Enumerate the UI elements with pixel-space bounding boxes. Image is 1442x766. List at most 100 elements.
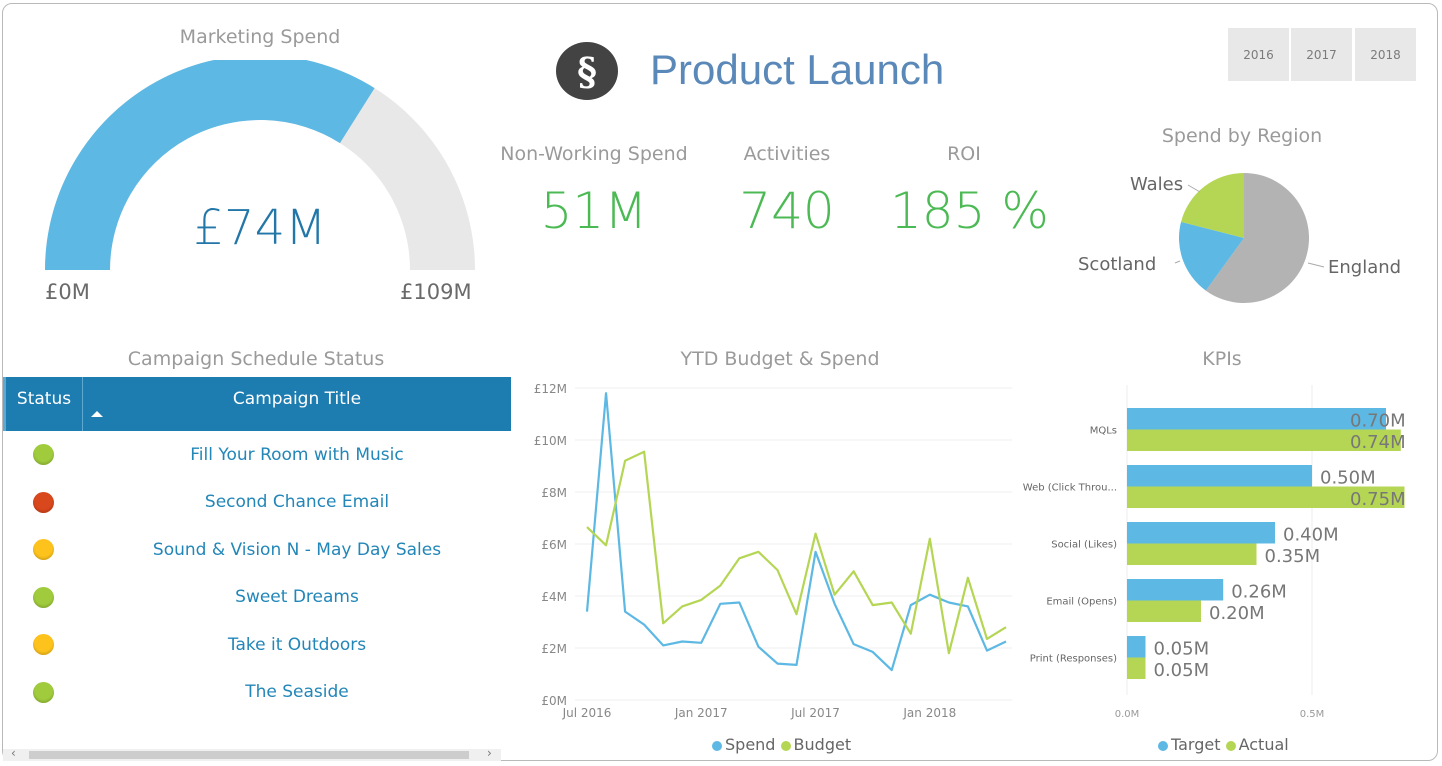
campaign-title-cell[interactable]: Take it Outdoors: [83, 635, 511, 655]
bar-actual: [1127, 657, 1146, 679]
table-body: Fill Your Room with Music Second Chance E…: [3, 431, 511, 716]
bar-actual: [1127, 600, 1201, 622]
legend-label-budget: Budget: [793, 735, 852, 754]
bar-target: [1127, 579, 1224, 601]
category-label: Email (Opens): [1046, 597, 1117, 608]
table-row[interactable]: Second Chance Email: [3, 479, 511, 527]
y-tick-label: £6M: [541, 538, 567, 552]
status-cell: [3, 681, 83, 703]
data-label-target: 0.05M: [1154, 639, 1210, 660]
status-yellow-icon: [32, 539, 54, 561]
data-label-target: 0.26M: [1231, 582, 1287, 603]
x-tick-label: Jul 2017: [790, 706, 840, 720]
status-cell: [3, 444, 83, 466]
legend-item-target[interactable]: Target: [1158, 735, 1221, 754]
gauge-value: £74M: [193, 200, 327, 256]
campaign-title-cell[interactable]: Second Chance Email: [83, 492, 511, 512]
status-red-icon: [32, 491, 54, 513]
series-line-spend: [585, 392, 1007, 672]
table-row[interactable]: Fill Your Room with Music: [3, 431, 511, 479]
campaign-title-cell[interactable]: Fill Your Room with Music: [83, 445, 511, 465]
scrollbar-thumb[interactable]: [29, 751, 469, 759]
kpi-chart-title: KPIs: [1202, 348, 1242, 370]
data-label-target: 0.70M: [1350, 411, 1406, 432]
data-label-target: 0.50M: [1320, 468, 1376, 489]
year-button-2017[interactable]: 2017: [1291, 28, 1352, 81]
table-row[interactable]: Sweet Dreams: [3, 574, 511, 622]
status-cell: [3, 539, 83, 561]
data-label-target: 0.40M: [1283, 525, 1339, 546]
legend-item-spend[interactable]: Spend: [712, 735, 775, 754]
line-chart-legend: Spend Budget: [712, 735, 851, 754]
scroll-left-icon[interactable]: ‹: [11, 746, 16, 760]
data-label-actual: 0.35M: [1265, 546, 1321, 567]
series-line-budget: [586, 450, 1007, 655]
gauge-title: Marketing Spend: [179, 26, 341, 48]
y-tick-label: £10M: [534, 434, 567, 448]
horizontal-scrollbar[interactable]: ‹ ›: [3, 746, 501, 761]
page-title: Product Launch: [650, 46, 945, 93]
gauge-min-label: £0M: [45, 280, 90, 304]
gauge-max-label: £109M: [400, 280, 472, 304]
table-row[interactable]: Take it Outdoors: [3, 621, 511, 669]
status-cell: [3, 634, 83, 656]
legend-dot-budget: [780, 740, 791, 751]
kpi-value-non-working-spend: 51M: [540, 182, 648, 240]
legend-item-actual[interactable]: Actual: [1225, 735, 1289, 754]
status-cell: [3, 491, 83, 513]
legend-item-budget[interactable]: Budget: [780, 735, 852, 754]
table-row[interactable]: Sound & Vision N - May Day Sales: [3, 526, 511, 574]
bar-target: [1127, 522, 1275, 544]
year-button-2018[interactable]: 2018: [1355, 28, 1416, 81]
table-header: Status Campaign Title: [3, 377, 511, 431]
bar-actual: [1127, 543, 1257, 565]
kpi-value-activities: 740: [739, 182, 835, 240]
legend-dot-spend: [712, 740, 722, 751]
column-header-status[interactable]: Status: [6, 377, 83, 431]
x-tick-label: Jan 2018: [902, 706, 956, 720]
pie-label-scotland: Scotland: [1078, 254, 1156, 275]
category-label: Web (Click Throu...: [1023, 483, 1117, 494]
bar-target: [1127, 465, 1312, 487]
table-row[interactable]: The Seaside: [3, 669, 511, 717]
bar-target: [1127, 636, 1146, 658]
kpi-label-roi: ROI: [947, 143, 981, 165]
section-sign-icon: §: [556, 42, 618, 100]
legend-dot-target: [1158, 740, 1168, 751]
year-button-2016[interactable]: 2016: [1228, 28, 1289, 81]
category-label: MQLs: [1090, 426, 1117, 437]
campaign-title-cell[interactable]: Sweet Dreams: [83, 587, 511, 607]
data-label-actual: 0.75M: [1350, 489, 1406, 510]
x-tick-label: 0.0M: [1115, 709, 1140, 720]
kpi-bar-chart: 0.0M 0.5M MQLs 0.70M0.74M Web (Click Throu..…: [1023, 385, 1406, 720]
status-green-icon: [32, 681, 54, 703]
pie-leader-scotland: [1174, 260, 1181, 264]
data-label-actual: 0.74M: [1350, 432, 1406, 453]
bar-target: [1127, 408, 1386, 430]
column-header-campaign-title[interactable]: Campaign Title: [83, 377, 511, 431]
spend-by-region-pie: England Scotland Wales: [1078, 173, 1401, 303]
legend-label-target: Target: [1171, 735, 1221, 754]
scroll-right-icon[interactable]: ›: [487, 746, 492, 760]
legend-label-actual: Actual: [1238, 735, 1289, 754]
status-cell: [3, 586, 83, 608]
table-title: Campaign Schedule Status: [127, 348, 385, 370]
status-yellow-icon: [32, 634, 54, 656]
status-green-icon: [32, 586, 54, 608]
x-tick-label: Jan 2017: [674, 706, 728, 720]
kpi-label-non-working-spend: Non-Working Spend: [500, 143, 688, 165]
pie-chart-title: Spend by Region: [1161, 125, 1323, 147]
y-tick-label: £4M: [541, 590, 567, 604]
kpi-label-activities: Activities: [743, 143, 831, 165]
ytd-budget-spend-chart: £0M£2M£4M£6M£8M£10M£12MJul 2016 Jan 2017 J…: [534, 382, 1012, 720]
campaign-title-cell[interactable]: Sound & Vision N - May Day Sales: [83, 540, 511, 560]
campaign-title-cell[interactable]: The Seaside: [83, 682, 511, 702]
status-green-icon: [32, 444, 54, 466]
x-tick-label: Jul 2016: [562, 706, 612, 720]
pie-leader-wales: [1187, 184, 1201, 193]
legend-dot-actual: [1225, 740, 1236, 751]
sort-ascending-icon: [91, 411, 103, 417]
pie-leader-england: [1307, 262, 1325, 268]
line-chart-title: YTD Budget & Spend: [680, 348, 880, 370]
data-label-actual: 0.20M: [1209, 603, 1265, 624]
